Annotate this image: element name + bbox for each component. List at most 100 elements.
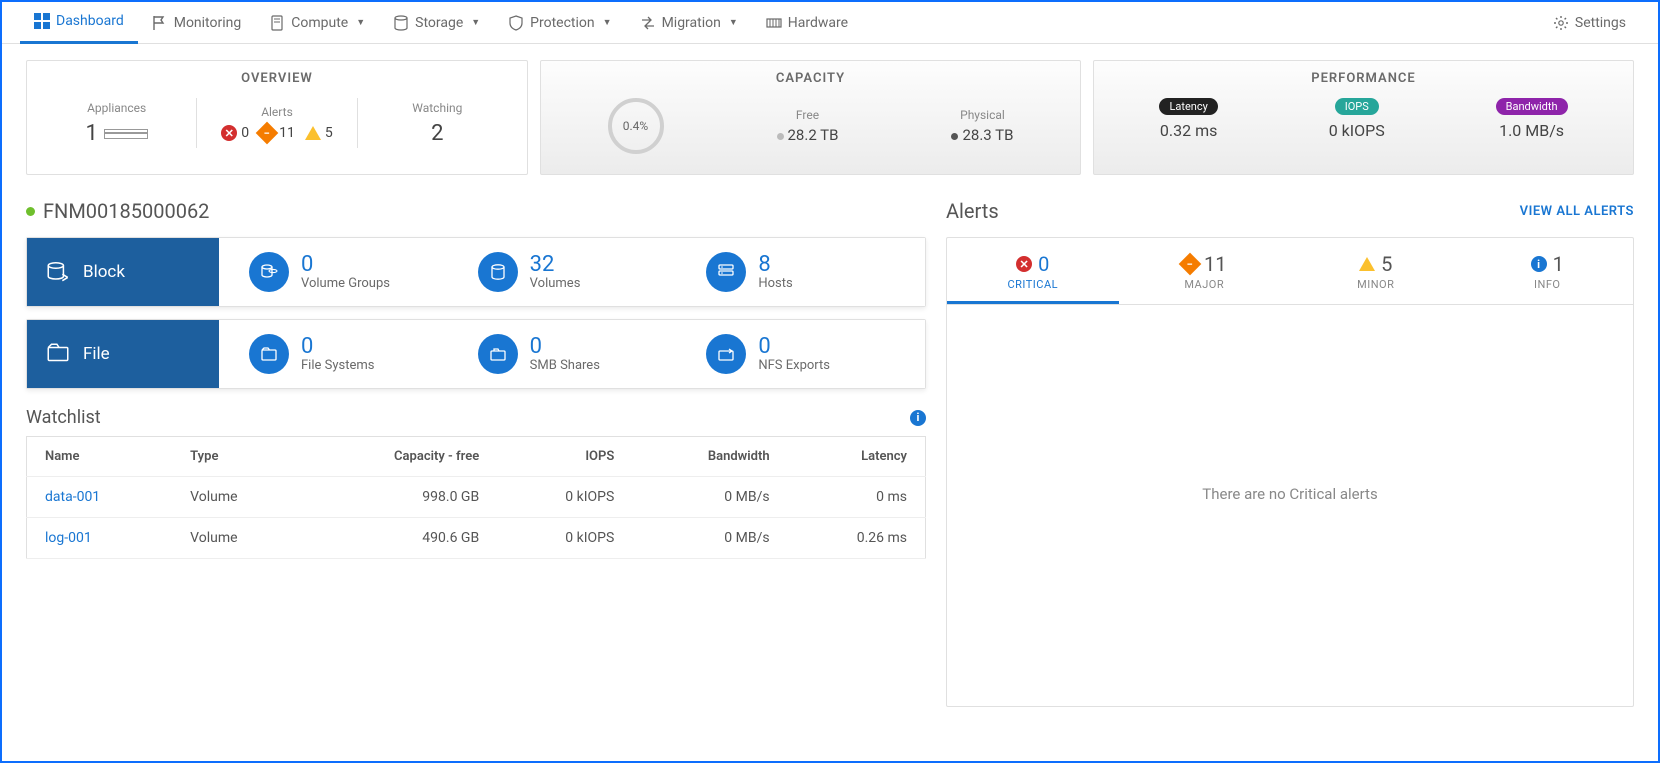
row-latency: 0.26 ms <box>788 518 926 559</box>
nav-hardware[interactable]: Hardware <box>752 2 862 44</box>
latency-badge: Latency <box>1159 98 1217 115</box>
file-tab-label: File <box>83 344 110 364</box>
chevron-down-icon: ▼ <box>356 17 365 28</box>
hosts-label: Hosts <box>758 276 792 291</box>
critical-icon: ✕ <box>1016 256 1032 272</box>
nav-protection[interactable]: Protection ▼ <box>494 2 625 44</box>
nav-hardware-label: Hardware <box>788 15 848 31</box>
watching-label: Watching <box>358 101 517 115</box>
perf-bandwidth: Bandwidth 1.0 MB/s <box>1496 98 1568 140</box>
alerts-stat[interactable]: Alerts ✕0 −11 5 <box>197 105 356 141</box>
capacity-donut: 0.4% <box>608 98 664 154</box>
dashboard-icon <box>34 13 50 29</box>
top-nav: Dashboard Monitoring Compute ▼ Storage ▼… <box>2 2 1658 44</box>
nav-dashboard[interactable]: Dashboard <box>20 2 138 44</box>
col-iops[interactable]: IOPS <box>497 437 632 477</box>
nav-monitoring[interactable]: Monitoring <box>138 2 256 44</box>
file-systems-stat[interactable]: 0File Systems <box>229 334 458 374</box>
file-systems-label: File Systems <box>301 358 374 373</box>
minor-icon <box>1359 257 1375 271</box>
smb-shares-count: 0 <box>530 336 600 358</box>
nav-compute[interactable]: Compute ▼ <box>255 2 379 44</box>
critical-tab-label: CRITICAL <box>947 278 1119 291</box>
alerts-empty-message: There are no Critical alerts <box>947 305 1633 503</box>
major-tab-label: MAJOR <box>1119 278 1291 291</box>
block-panel: Block 0Volume Groups 32Volumes 8Hosts <box>26 237 926 307</box>
row-bandwidth: 0 MB/s <box>632 477 787 518</box>
nav-migration-label: Migration <box>662 15 721 31</box>
nav-storage[interactable]: Storage ▼ <box>379 2 494 44</box>
nfs-exports-icon <box>706 334 746 374</box>
perf-iops: IOPS 0 kIOPS <box>1329 98 1385 140</box>
col-type[interactable]: Type <box>172 437 305 477</box>
col-name[interactable]: Name <box>27 437 173 477</box>
nav-compute-label: Compute <box>291 15 348 31</box>
ov-critical-count: 0 <box>241 125 249 141</box>
table-row[interactable]: data-001 Volume 998.0 GB 0 kIOPS 0 MB/s … <box>27 477 926 518</box>
view-all-alerts-link[interactable]: VIEW ALL ALERTS <box>1520 204 1634 219</box>
alerts-card: ✕0 CRITICAL −11 MAJOR 5 MINOR i1 INFO <box>946 237 1634 707</box>
alert-tab-critical[interactable]: ✕0 CRITICAL <box>947 238 1119 304</box>
row-name-link[interactable]: data-001 <box>27 477 173 518</box>
appliance-name: FNM00185000062 <box>43 199 209 223</box>
performance-title: PERFORMANCE <box>1094 61 1633 92</box>
smb-shares-icon <box>478 334 518 374</box>
row-type: Volume <box>172 518 305 559</box>
nav-settings-label: Settings <box>1575 15 1626 31</box>
bandwidth-badge: Bandwidth <box>1496 98 1568 115</box>
major-tab-count: 11 <box>1204 252 1226 276</box>
alert-tab-major[interactable]: −11 MAJOR <box>1119 238 1291 304</box>
row-name-link[interactable]: log-001 <box>27 518 173 559</box>
appliances-stat[interactable]: Appliances 1 <box>37 101 196 146</box>
col-capacity[interactable]: Capacity - free <box>305 437 498 477</box>
file-systems-count: 0 <box>301 336 374 358</box>
appliance-header: FNM00185000062 <box>26 199 926 223</box>
iops-badge: IOPS <box>1335 98 1379 115</box>
watching-stat[interactable]: Watching 2 <box>358 101 517 146</box>
volumes-stat[interactable]: 32Volumes <box>458 252 687 292</box>
volumes-label: Volumes <box>530 276 581 291</box>
chevron-down-icon: ▼ <box>471 17 480 28</box>
nav-settings[interactable]: Settings <box>1539 2 1640 44</box>
volume-groups-stat[interactable]: 0Volume Groups <box>229 252 458 292</box>
hosts-stat[interactable]: 8Hosts <box>686 252 915 292</box>
volume-groups-count: 0 <box>301 254 390 276</box>
smb-shares-stat[interactable]: 0SMB Shares <box>458 334 687 374</box>
major-icon: − <box>1179 253 1202 276</box>
volume-groups-icon <box>249 252 289 292</box>
block-icon <box>45 259 71 285</box>
row-latency: 0 ms <box>788 477 926 518</box>
volumes-count: 32 <box>530 254 581 276</box>
file-tab[interactable]: File <box>27 320 219 388</box>
info-tab-count: 1 <box>1553 252 1564 276</box>
watchlist-table: Name Type Capacity - free IOPS Bandwidth… <box>26 436 926 559</box>
col-bandwidth[interactable]: Bandwidth <box>632 437 787 477</box>
appliance-icon <box>104 129 148 139</box>
table-row[interactable]: log-001 Volume 490.6 GB 0 kIOPS 0 MB/s 0… <box>27 518 926 559</box>
row-iops: 0 kIOPS <box>497 477 632 518</box>
alert-tab-info[interactable]: i1 INFO <box>1462 238 1634 304</box>
nav-monitoring-label: Monitoring <box>174 15 242 31</box>
nfs-exports-count: 0 <box>758 336 830 358</box>
info-icon[interactable]: i <box>910 410 926 426</box>
file-systems-icon <box>249 334 289 374</box>
col-latency[interactable]: Latency <box>788 437 926 477</box>
nav-migration[interactable]: Migration ▼ <box>626 2 752 44</box>
overview-title: OVERVIEW <box>27 61 527 92</box>
alerts-title: Alerts <box>946 199 999 223</box>
volume-groups-label: Volume Groups <box>301 276 390 291</box>
row-capacity: 490.6 GB <box>305 518 498 559</box>
row-type: Volume <box>172 477 305 518</box>
overview-card: OVERVIEW Appliances 1 Alerts ✕0 −11 5 <box>26 60 528 175</box>
nfs-exports-stat[interactable]: 0NFS Exports <box>686 334 915 374</box>
iops-value: 0 kIOPS <box>1329 121 1385 140</box>
status-dot-icon <box>26 207 35 216</box>
row-bandwidth: 0 MB/s <box>632 518 787 559</box>
volumes-icon <box>478 252 518 292</box>
block-tab[interactable]: Block <box>27 238 219 306</box>
alert-tab-minor[interactable]: 5 MINOR <box>1290 238 1462 304</box>
capacity-free: Free 28.2 TB <box>777 108 839 144</box>
capacity-free-value: 28.2 TB <box>788 126 839 144</box>
hosts-count: 8 <box>758 254 792 276</box>
capacity-title: CAPACITY <box>541 61 1080 92</box>
